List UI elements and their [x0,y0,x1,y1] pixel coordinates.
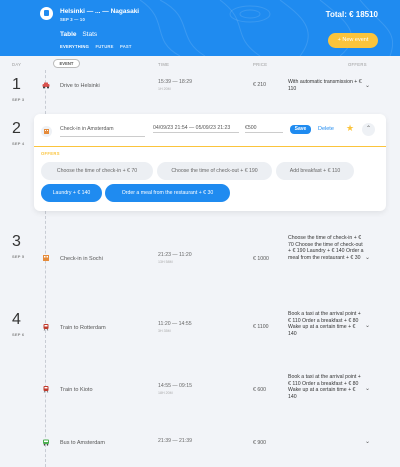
column-time[interactable]: TIME [158,62,169,67]
new-event-button[interactable]: + New event [328,33,378,48]
event-time: 11:20 — 14:55 [158,321,192,327]
event-price: € 210 [253,82,266,88]
chevron-down-icon[interactable]: ⌄ [365,82,370,89]
filter-everything[interactable]: EVERYTHING [60,44,89,49]
timeline-line [45,211,46,467]
event-time: 21:39 — 21:39 [158,438,193,444]
event-time: 21:23 — 11:20 [158,252,192,258]
offers-label: OFFERS [41,151,60,156]
event-duration: 13H 58M [158,260,173,264]
logo-icon [40,7,53,20]
filter-tabs: EVERYTHING FUTURE PAST [60,44,137,49]
event-title: Drive to Helsinki [60,83,100,89]
chevron-down-icon[interactable]: ⌄ [365,254,370,261]
offer-chip[interactable]: Add breakfast + € 110 [276,162,354,180]
chevron-down-icon[interactable]: ⌄ [365,322,370,329]
price-input[interactable] [245,124,283,133]
save-button[interactable]: Save [290,125,311,134]
timeline-line [45,70,46,114]
event-title: Bus to Amsterdam [60,440,105,446]
filter-past[interactable]: PAST [120,44,132,49]
star-icon[interactable]: ★ [346,123,354,134]
offer-chip-selected[interactable]: Order a meal from the restaurant + € 30 [105,184,230,202]
train-icon [43,386,49,393]
day-date: SEP 5 [12,254,25,259]
date-range-input[interactable] [153,124,239,133]
event-offers: Book a taxi at the arrival point + € 110… [288,311,361,337]
chevron-down-icon[interactable]: ⌄ [365,438,370,445]
chevron-up-icon[interactable]: ⌃ [362,123,375,136]
hotel-icon [43,255,49,261]
event-duration: 18H 20M [158,391,173,395]
column-offers: OFFERS [348,62,367,67]
event-time: 14:55 — 09:15 [158,383,193,389]
event-offers: Book a taxi at the arrival point + € 110… [288,374,361,400]
offer-chip-selected[interactable]: Laundry + € 140 [41,184,102,202]
event-title: Check-in in Sochi [60,256,103,262]
event-time: 15:39 — 18:29 [158,79,193,85]
event-price: € 600 [253,387,266,393]
event-price: € 900 [253,440,266,446]
tab-table[interactable]: Table [60,31,77,38]
day-date: SEP 6 [12,332,25,337]
trip-route: Helsinki — ... — Nagasaki [60,8,140,15]
day-number: 2 [12,120,21,137]
car-icon [42,82,50,89]
event-offers: With automatic transmission + € 110 [288,79,362,92]
day-number: 1 [12,76,21,93]
event-title: Train to Kioto [60,387,93,393]
hotel-icon[interactable] [41,126,52,137]
event-price: € 1100 [253,324,269,330]
column-day: DAY [12,62,22,67]
column-event-sort[interactable]: EVENT [53,59,80,68]
event-duration: 3H 35M [158,329,171,333]
day-number: 3 [12,233,21,250]
chevron-down-icon[interactable]: ⌄ [365,385,370,392]
offer-chip[interactable]: Choose the time of check-out + € 190 [157,162,272,180]
column-price[interactable]: PRICE [253,62,267,67]
view-tabs: Table Stats [60,31,101,38]
day-date: SEP 3 [12,97,25,102]
delete-button[interactable]: Delete [318,126,334,132]
form-divider [34,146,386,147]
tab-stats[interactable]: Stats [82,31,97,38]
train-icon [43,324,49,331]
day-number: 4 [12,311,21,328]
trip-dates: SEP 3 — 10 [60,17,85,22]
event-title: Train to Rotterdam [60,325,106,331]
filter-future[interactable]: FUTURE [95,44,113,49]
event-price: € 1000 [253,256,269,262]
day-date: SEP 4 [12,141,25,146]
bus-icon [43,439,49,446]
event-duration: 1H 20M [158,87,171,91]
offer-chip[interactable]: Choose the time of check-in + € 70 [41,162,153,180]
destination-input[interactable] [60,121,145,137]
trip-total: Total: € 18510 [325,10,378,19]
event-offers: Choose the time of check-in + € 70 Choos… [288,235,364,261]
app-header: Helsinki — ... — Nagasaki SEP 3 — 10 Tot… [0,0,400,56]
